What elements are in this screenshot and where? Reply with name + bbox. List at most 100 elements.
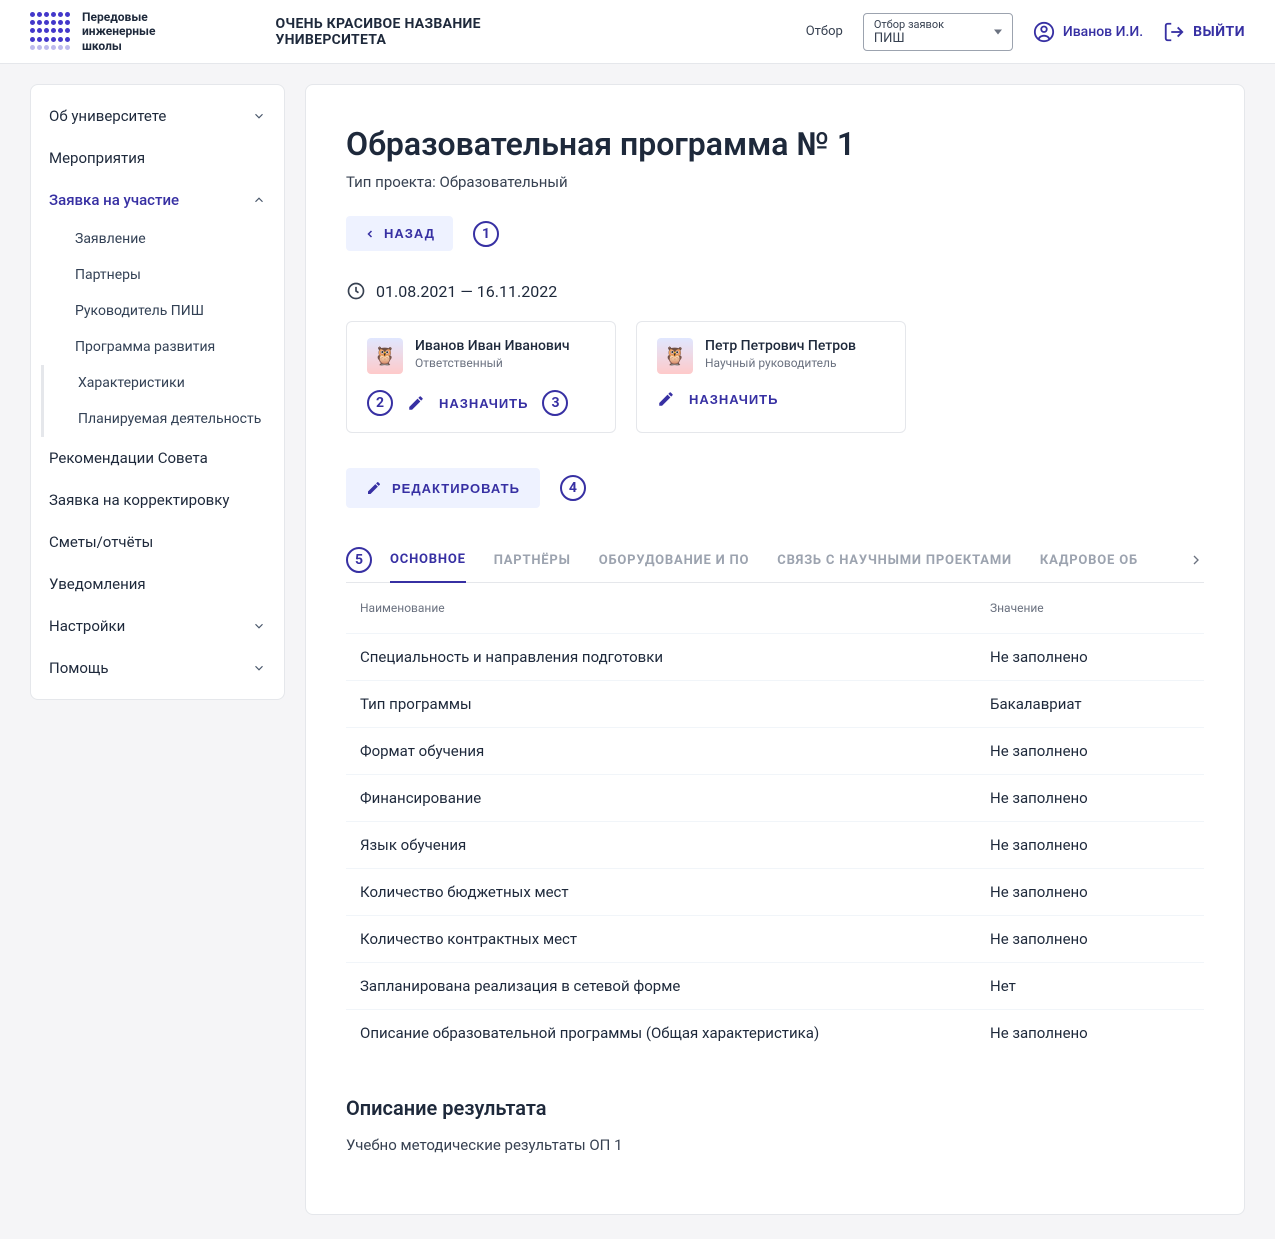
person-name: Петр Петрович Петров: [705, 338, 856, 354]
table-row: Язык обученияНе заполнено: [346, 821, 1204, 868]
avatar: 🦉: [657, 338, 693, 374]
table-header: Наименование Значение: [346, 583, 1204, 633]
chevron-up-icon: [252, 193, 266, 207]
sidebar: Об университете Мероприятия Заявка на учас…: [30, 84, 285, 700]
row-value: Не заполнено: [990, 648, 1190, 666]
sidebar-subitem[interactable]: Характеристики: [41, 365, 284, 401]
chevron-down-icon: [252, 661, 266, 675]
selection-dropdown[interactable]: Отбор заявок ПИШ: [863, 13, 1013, 51]
result-title: Описание результата: [346, 1096, 1204, 1120]
table-row: Описание образовательной программы (Обща…: [346, 1009, 1204, 1056]
edit-button[interactable]: РЕДАКТИРОВАТЬ: [346, 468, 540, 508]
sidebar-item[interactable]: Заявка на корректировку: [31, 479, 284, 521]
logout-icon: [1163, 21, 1185, 43]
table-row: Запланирована реализация в сетевой форме…: [346, 962, 1204, 1009]
project-type: Тип проекта: Образовательный: [346, 173, 1204, 191]
tabs-scroll-right[interactable]: [1188, 552, 1204, 568]
selector-line2: ПИШ: [874, 31, 982, 46]
sidebar-subitem[interactable]: Планируемая деятельность: [41, 401, 284, 437]
main-content: Образовательная программа № 1 Тип проект…: [305, 84, 1245, 1215]
date-range-row: 01.08.2021 — 16.11.2022: [346, 281, 1204, 301]
sidebar-item-label: Уведомления: [49, 575, 146, 593]
annotation-4: 4: [560, 475, 586, 501]
sidebar-item[interactable]: Настройки: [31, 605, 284, 647]
back-button[interactable]: НАЗАД: [346, 216, 453, 251]
clock-icon: [346, 281, 366, 301]
sidebar-subitem[interactable]: Партнеры: [31, 257, 284, 293]
table-row: ФинансированиеНе заполнено: [346, 774, 1204, 821]
row-value: Не заполнено: [990, 1024, 1190, 1042]
sidebar-item-label: Заявка на участие: [49, 191, 179, 209]
edit-label: РЕДАКТИРОВАТЬ: [392, 481, 520, 496]
table-row: Количество контрактных местНе заполнено: [346, 915, 1204, 962]
sidebar-item[interactable]: Помощь: [31, 647, 284, 689]
sidebar-subitem[interactable]: Руководитель ПИШ: [31, 293, 284, 329]
page-title: Образовательная программа № 1: [346, 125, 1204, 163]
sidebar-item-label: Об университете: [49, 107, 166, 125]
details-table: Наименование Значение Специальность и на…: [346, 583, 1204, 1056]
date-range: 01.08.2021 — 16.11.2022: [376, 282, 557, 301]
logout-button[interactable]: ВЫЙТИ: [1163, 21, 1245, 43]
tab[interactable]: СВЯЗЬ С НАУЧНЫМИ ПРОЕКТАМИ: [777, 539, 1012, 582]
row-name: Специальность и направления подготовки: [360, 648, 990, 666]
sidebar-item[interactable]: Мероприятия: [31, 137, 284, 179]
row-value: Не заполнено: [990, 883, 1190, 901]
chevron-right-icon: [1188, 552, 1204, 568]
sidebar-item-label: Помощь: [49, 659, 109, 677]
selector-line1: Отбор заявок: [874, 18, 982, 31]
assign-button[interactable]: НАЗНАЧИТЬ: [689, 392, 778, 407]
col-header-value: Значение: [990, 601, 1190, 615]
tab[interactable]: КАДРОВОЕ ОБ: [1040, 539, 1138, 582]
sidebar-item[interactable]: Заявка на участие: [31, 179, 284, 221]
annotation-2: 2: [367, 390, 393, 416]
sidebar-item[interactable]: Сметы/отчёты: [31, 521, 284, 563]
row-name: Финансирование: [360, 789, 990, 807]
pencil-icon: [366, 480, 382, 496]
table-row: Тип программыБакалавриат: [346, 680, 1204, 727]
row-name: Описание образовательной программы (Обща…: [360, 1024, 990, 1042]
sidebar-subitem[interactable]: Программа развития: [31, 329, 284, 365]
table-row: Формат обученияНе заполнено: [346, 727, 1204, 774]
row-name: Язык обучения: [360, 836, 990, 854]
selector-label: Отбор: [806, 24, 843, 39]
sidebar-item[interactable]: Рекомендации Совета: [31, 437, 284, 479]
person-card: 🦉 Петр Петрович Петров Научный руководит…: [636, 321, 906, 433]
sidebar-item-label: Заявка на корректировку: [49, 491, 229, 509]
pencil-icon[interactable]: [407, 394, 425, 412]
row-name: Количество контрактных мест: [360, 930, 990, 948]
chevron-down-icon: [252, 109, 266, 123]
row-value: Не заполнено: [990, 742, 1190, 760]
row-value: Не заполнено: [990, 789, 1190, 807]
sidebar-item-label: Настройки: [49, 617, 125, 635]
sidebar-item-label: Рекомендации Совета: [49, 449, 208, 467]
annotation-5: 5: [346, 547, 372, 573]
user-name: Иванов И.И.: [1063, 24, 1143, 40]
assign-button[interactable]: НАЗНАЧИТЬ: [439, 396, 528, 411]
logo[interactable]: Передовые инженерные школы: [30, 10, 155, 53]
row-value: Не заполнено: [990, 930, 1190, 948]
annotation-3: 3: [542, 390, 568, 416]
table-row: Количество бюджетных местНе заполнено: [346, 868, 1204, 915]
person-name: Иванов Иван Иванович: [415, 338, 570, 354]
tab[interactable]: ОСНОВНОЕ: [390, 538, 466, 583]
user-menu[interactable]: Иванов И.И.: [1033, 21, 1143, 43]
annotation-1: 1: [473, 221, 499, 247]
tab[interactable]: ПАРТНЁРЫ: [494, 539, 571, 582]
sidebar-item-label: Сметы/отчёты: [49, 533, 153, 551]
chevron-down-icon: [252, 619, 266, 633]
sidebar-item[interactable]: Уведомления: [31, 563, 284, 605]
logout-label: ВЫЙТИ: [1193, 24, 1245, 40]
row-name: Запланирована реализация в сетевой форме: [360, 977, 990, 995]
row-name: Формат обучения: [360, 742, 990, 760]
person-role: Научный руководитель: [705, 356, 856, 370]
person-role: Ответственный: [415, 356, 570, 370]
sidebar-item[interactable]: Об университете: [31, 95, 284, 137]
avatar: 🦉: [367, 338, 403, 374]
user-icon: [1033, 21, 1055, 43]
row-name: Количество бюджетных мест: [360, 883, 990, 901]
pencil-icon[interactable]: [657, 390, 675, 408]
row-value: Нет: [990, 977, 1190, 995]
table-row: Специальность и направления подготовкиНе…: [346, 633, 1204, 680]
sidebar-subitem[interactable]: Заявление: [31, 221, 284, 257]
tab[interactable]: ОБОРУДОВАНИЕ И ПО: [599, 539, 750, 582]
